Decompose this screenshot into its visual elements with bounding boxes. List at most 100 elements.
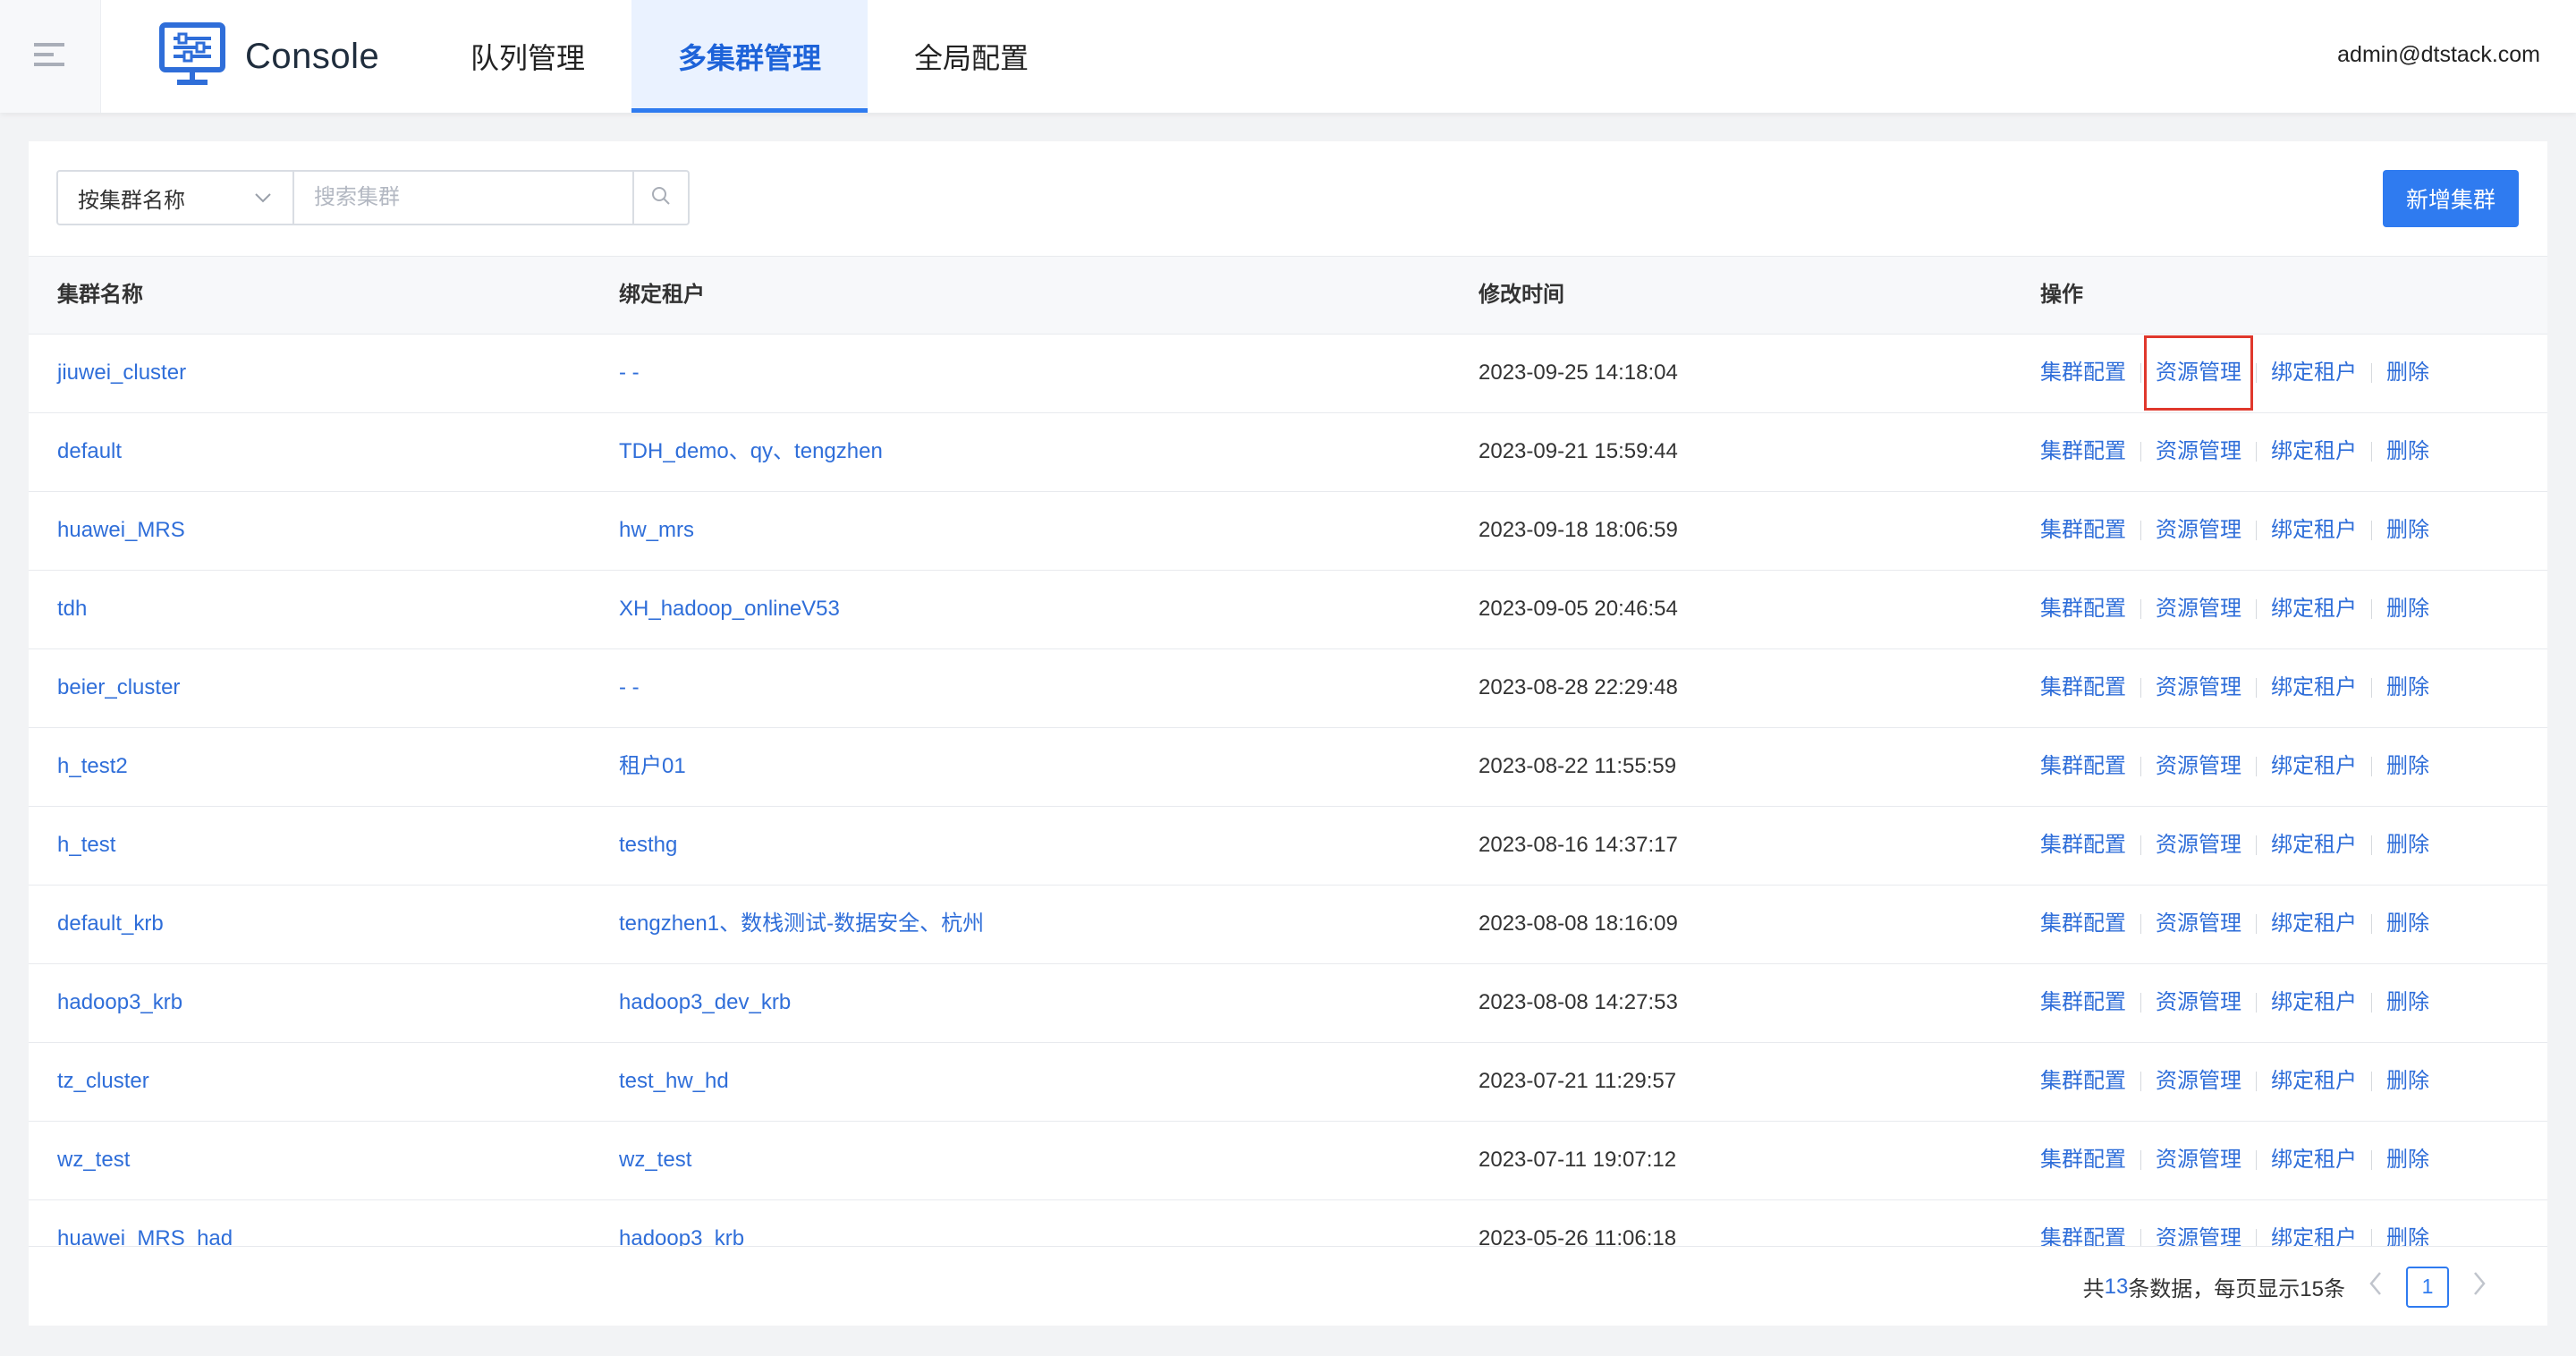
cluster-config-link[interactable]: 集群配置 xyxy=(2040,911,2126,937)
table-row: default TDH_demo、qy、tengzhen 2023-09-21 15… xyxy=(29,413,2547,492)
action-divider xyxy=(2371,993,2372,1013)
cluster-config-link[interactable]: 集群配置 xyxy=(2040,1147,2126,1174)
bind-tenant-link[interactable]: 绑定租户 xyxy=(2271,1147,2357,1174)
row-actions: 集群配置 资源管理 绑定租户 删除 xyxy=(2040,413,2429,490)
tab-queue-management[interactable]: 队列管理 xyxy=(424,0,631,113)
resource-management-link[interactable]: 资源管理 xyxy=(2156,753,2241,780)
resource-management-link[interactable]: 资源管理 xyxy=(2156,517,2241,544)
modified-time: 2023-08-16 14:37:17 xyxy=(1479,833,1678,857)
resource-management-link[interactable]: 资源管理 xyxy=(2156,989,2241,1016)
bound-tenants-link[interactable]: TDH_demo、qy、tengzhen xyxy=(619,413,883,490)
delete-link[interactable]: 删除 xyxy=(2386,1147,2429,1174)
cluster-name-link[interactable]: jiuwei_cluster xyxy=(57,335,186,411)
tab-multi-cluster-management[interactable]: 多集群管理 xyxy=(631,0,869,113)
delete-link[interactable]: 删除 xyxy=(2386,438,2429,465)
cluster-config-link[interactable]: 集群配置 xyxy=(2040,989,2126,1016)
bound-tenants-link[interactable]: 租户01 xyxy=(619,728,686,805)
cluster-name-link[interactable]: beier_cluster xyxy=(57,649,180,726)
delete-link[interactable]: 删除 xyxy=(2386,674,2429,701)
bound-tenants-link[interactable]: testhg xyxy=(619,807,677,884)
cluster-name-link[interactable]: wz_test xyxy=(57,1122,130,1199)
resource-management-link[interactable]: 资源管理 xyxy=(2156,674,2241,701)
resource-management-link[interactable]: 资源管理 xyxy=(2144,335,2253,411)
bound-tenants-link[interactable]: hw_mrs xyxy=(619,492,694,569)
cluster-config-link[interactable]: 集群配置 xyxy=(2040,438,2126,465)
delete-link[interactable]: 删除 xyxy=(2386,517,2429,544)
action-divider xyxy=(2371,1072,2372,1091)
resource-management-link[interactable]: 资源管理 xyxy=(2156,911,2241,937)
row-actions: 集群配置 资源管理 绑定租户 删除 xyxy=(2040,1122,2429,1199)
action-divider xyxy=(2140,363,2141,383)
user-account-menu[interactable]: admin@dtstack.com xyxy=(2337,0,2540,113)
action-divider xyxy=(2256,1072,2257,1091)
action-divider xyxy=(2140,1072,2141,1091)
bound-tenants-link[interactable]: - - xyxy=(619,649,640,726)
resource-management-link[interactable]: 资源管理 xyxy=(2156,1147,2241,1174)
bind-tenant-link[interactable]: 绑定租户 xyxy=(2271,832,2357,859)
cluster-config-link[interactable]: 集群配置 xyxy=(2040,596,2126,623)
hamburger-icon xyxy=(34,41,66,72)
brand[interactable]: Console xyxy=(159,21,380,89)
bound-tenants-link[interactable]: - - xyxy=(619,335,640,411)
add-cluster-button[interactable]: 新增集群 xyxy=(2383,170,2519,227)
bind-tenant-link[interactable]: 绑定租户 xyxy=(2271,438,2357,465)
table-row: wz_test wz_test 2023-07-11 19:07:12 集群配置 资源管… xyxy=(29,1122,2547,1200)
menu-toggle-button[interactable] xyxy=(0,0,101,113)
search-button[interactable] xyxy=(634,170,690,225)
delete-link[interactable]: 删除 xyxy=(2386,832,2429,859)
delete-link[interactable]: 删除 xyxy=(2386,753,2429,780)
cluster-config-link[interactable]: 集群配置 xyxy=(2040,753,2126,780)
resource-management-link[interactable]: 资源管理 xyxy=(2156,438,2241,465)
next-page-button[interactable] xyxy=(2462,1267,2497,1307)
delete-link[interactable]: 删除 xyxy=(2386,911,2429,937)
cluster-config-link[interactable]: 集群配置 xyxy=(2040,1068,2126,1095)
cluster-config-link[interactable]: 集群配置 xyxy=(2040,674,2126,701)
action-divider xyxy=(2140,1150,2141,1170)
resource-management-link[interactable]: 资源管理 xyxy=(2156,832,2241,859)
bound-tenants-link[interactable]: test_hw_hd xyxy=(619,1043,729,1120)
delete-link[interactable]: 删除 xyxy=(2386,1068,2429,1095)
cluster-name-link[interactable]: default xyxy=(57,413,122,490)
bind-tenant-link[interactable]: 绑定租户 xyxy=(2271,674,2357,701)
action-divider xyxy=(2371,914,2372,934)
table-row: default_krb tengzhen1、数栈测试-数据安全、杭州 2023-08… xyxy=(29,886,2547,964)
cluster-config-link[interactable]: 集群配置 xyxy=(2040,517,2126,544)
cluster-config-link[interactable]: 集群配置 xyxy=(2040,360,2126,386)
cluster-config-link[interactable]: 集群配置 xyxy=(2040,832,2126,859)
cluster-name-link[interactable]: h_test2 xyxy=(57,728,128,805)
bound-tenants-link[interactable]: tengzhen1、数栈测试-数据安全、杭州 xyxy=(619,886,984,962)
delete-link[interactable]: 删除 xyxy=(2386,989,2429,1016)
page-number-button[interactable]: 1 xyxy=(2406,1266,2449,1308)
bound-tenants-link[interactable]: XH_hadoop_onlineV53 xyxy=(619,571,840,648)
cluster-name-link[interactable]: tz_cluster xyxy=(57,1043,149,1120)
delete-link[interactable]: 删除 xyxy=(2386,596,2429,623)
resource-management-link[interactable]: 资源管理 xyxy=(2156,1068,2241,1095)
cluster-name-link[interactable]: hadoop3_krb xyxy=(57,964,182,1041)
bind-tenant-link[interactable]: 绑定租户 xyxy=(2271,911,2357,937)
tab-global-config[interactable]: 全局配置 xyxy=(868,0,1075,113)
cluster-name-link[interactable]: huawei_MRS xyxy=(57,492,185,569)
bind-tenant-link[interactable]: 绑定租户 xyxy=(2271,596,2357,623)
bind-tenant-link[interactable]: 绑定租户 xyxy=(2271,753,2357,780)
search-field-select[interactable]: 按集群名称 xyxy=(56,170,294,225)
cluster-name-link[interactable]: tdh xyxy=(57,571,87,648)
prev-page-button[interactable] xyxy=(2358,1267,2394,1307)
resource-management-link[interactable]: 资源管理 xyxy=(2156,596,2241,623)
bind-tenant-link[interactable]: 绑定租户 xyxy=(2271,989,2357,1016)
cluster-table: 集群名称 绑定租户 修改时间 操作 jiuwei_cluster - - 2023-… xyxy=(29,256,2547,1279)
action-divider xyxy=(2371,678,2372,698)
bound-tenants-link[interactable]: hadoop3_dev_krb xyxy=(619,964,791,1041)
modified-time: 2023-09-05 20:46:54 xyxy=(1479,597,1678,621)
bound-tenants-link[interactable]: wz_test xyxy=(619,1122,691,1199)
bind-tenant-link[interactable]: 绑定租户 xyxy=(2271,360,2357,386)
modified-time: 2023-08-22 11:55:59 xyxy=(1479,754,1677,778)
cluster-name-link[interactable]: h_test xyxy=(57,807,115,884)
cluster-name-link[interactable]: default_krb xyxy=(57,886,164,962)
bind-tenant-link[interactable]: 绑定租户 xyxy=(2271,1068,2357,1095)
delete-link[interactable]: 删除 xyxy=(2386,360,2429,386)
search-input[interactable] xyxy=(294,170,634,225)
brand-title: Console xyxy=(245,36,380,76)
action-divider xyxy=(2371,521,2372,540)
bind-tenant-link[interactable]: 绑定租户 xyxy=(2271,517,2357,544)
action-divider xyxy=(2140,914,2141,934)
